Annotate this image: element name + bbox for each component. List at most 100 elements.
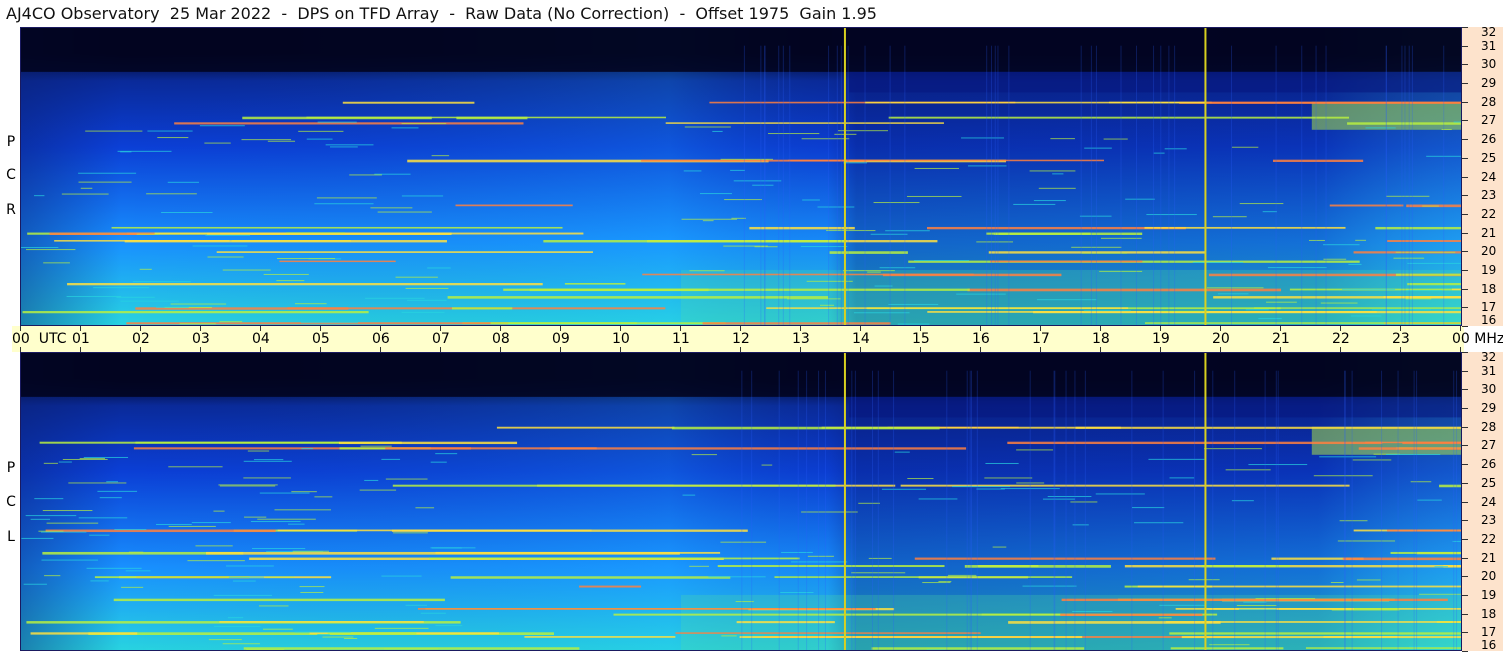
lcp-speckle xyxy=(274,509,331,511)
rcp-speckle xyxy=(1323,258,1347,260)
lcp-speckle xyxy=(168,525,216,527)
lcp-speckle xyxy=(721,635,737,637)
lcp-speckle xyxy=(405,604,428,606)
rcp-speckle xyxy=(1239,203,1284,205)
rcp-vertical-streak xyxy=(778,45,780,326)
lcp-speckle xyxy=(708,576,766,578)
lcp-speckle xyxy=(1385,453,1441,455)
lcp-vertical-streak xyxy=(877,370,879,651)
rcp-vertical-streak xyxy=(847,45,849,326)
lcp-speckle xyxy=(218,484,278,486)
rcp-speckle xyxy=(205,234,251,236)
rcp-frequency-label: 28 xyxy=(1481,94,1497,109)
rcp-speckle xyxy=(800,245,848,247)
lcp-speckle xyxy=(435,625,463,627)
rcp-vertical-streak xyxy=(1080,45,1082,326)
rcp-frequency-tick xyxy=(1462,288,1468,290)
utc-tick-label: 16 xyxy=(972,331,990,347)
lcp-interference-line xyxy=(206,551,680,555)
lcp-frequency-tick xyxy=(1462,445,1468,447)
lcp-vertical-streak xyxy=(1275,370,1277,651)
rcp-vertical-streak xyxy=(1325,45,1327,326)
lcp-interference-line xyxy=(385,447,472,450)
lcp-speckle xyxy=(1070,501,1098,503)
rcp-speckle xyxy=(1033,200,1066,202)
lcp-speckle xyxy=(259,492,310,494)
lcp-vertical-streak xyxy=(1029,370,1031,651)
rcp-vertical-streak xyxy=(1120,45,1122,326)
rcp-interference-line xyxy=(766,307,1129,309)
lcp-speckle xyxy=(381,575,422,577)
rcp-speckle xyxy=(1258,318,1282,320)
lcp-speckle xyxy=(213,510,225,512)
rcp-speckle xyxy=(843,162,868,164)
lcp-frequency-label: 25 xyxy=(1481,475,1497,490)
rcp-interference-line xyxy=(242,116,432,120)
rcp-frequency-tick xyxy=(1462,27,1468,28)
lcp-interference-line xyxy=(1124,565,1462,568)
rcp-frequency-tick xyxy=(1462,83,1468,85)
rcp-speckle xyxy=(1365,127,1396,129)
rcp-speckle xyxy=(1036,299,1097,301)
lcp-speckle xyxy=(1169,477,1195,479)
rcp-speckle xyxy=(681,218,737,220)
lcp-interference-line xyxy=(1390,551,1462,554)
rcp-vertical-streak xyxy=(864,45,866,326)
lcp-speckle xyxy=(38,530,64,532)
lcp-frequency-tick xyxy=(1462,389,1468,391)
lcp-frequency-label: 17 xyxy=(1481,625,1497,640)
lcp-speckle xyxy=(25,515,77,517)
lcp-vertical-streak xyxy=(751,370,753,651)
rcp-speckle xyxy=(731,217,746,219)
rcp-speckle xyxy=(325,144,374,146)
lcp-speckle xyxy=(246,649,285,651)
rcp-interference-line xyxy=(864,101,1207,104)
lcp-speckle xyxy=(735,601,754,603)
lcp-frequency-tick xyxy=(1462,408,1468,410)
lcp-speckle xyxy=(682,494,696,496)
rcp-speckle xyxy=(294,303,327,305)
rcp-interference-line xyxy=(642,273,974,276)
lcp-speckle xyxy=(430,461,447,463)
lcp-frequency-tick xyxy=(1462,370,1468,372)
lcp-speckle xyxy=(89,534,110,536)
rcp-interference-line xyxy=(451,307,513,310)
rcp-speckle xyxy=(1192,261,1244,263)
lcp-frequency-label: 21 xyxy=(1481,550,1497,565)
lcp-vertical-streak xyxy=(1453,370,1455,651)
lcp-speckle xyxy=(1417,499,1442,501)
lcp-speckle xyxy=(952,486,1010,488)
utc-tick xyxy=(380,326,381,331)
rcp-speckle xyxy=(870,233,908,235)
lcp-speckle xyxy=(1255,598,1316,600)
rcp-speckle xyxy=(370,207,413,209)
rcp-speckle xyxy=(161,211,213,213)
rcp-label-c: C xyxy=(6,167,16,183)
lcp-frequency-label: 30 xyxy=(1481,382,1497,397)
lcp-speckle xyxy=(243,477,291,479)
rcp-speckle xyxy=(730,169,745,171)
rcp-speckle xyxy=(276,280,305,282)
lcp-vertical-streak xyxy=(824,370,826,651)
lcp-interference-line xyxy=(277,529,592,532)
utc-tick-label: 00 MHz xyxy=(1452,331,1503,347)
rcp-speckle xyxy=(724,199,763,201)
lcp-interference-line xyxy=(450,576,731,579)
lcp-frequency-tick xyxy=(1462,632,1468,634)
rcp-speckle xyxy=(241,139,292,141)
rcp-frequency-label: 16 xyxy=(1481,313,1497,327)
lcp-interference-line xyxy=(774,576,1073,578)
rcp-frequency-label: 19 xyxy=(1481,262,1497,277)
lcp-frequency-tick xyxy=(1462,594,1468,596)
lcp-spectrogram xyxy=(20,352,1462,651)
rcp-speckle xyxy=(120,300,179,302)
utc-tick xyxy=(920,326,921,331)
rcp-frequency-label: 29 xyxy=(1481,76,1497,91)
rcp-speckle xyxy=(401,195,444,197)
lcp-speckle xyxy=(781,551,813,553)
rcp-vertical-streak xyxy=(1443,45,1445,326)
rcp-vertical-streak xyxy=(1301,45,1303,326)
lcp-speckle xyxy=(62,458,108,460)
lcp-speckle xyxy=(1148,458,1205,460)
rcp-speckle xyxy=(277,258,336,260)
